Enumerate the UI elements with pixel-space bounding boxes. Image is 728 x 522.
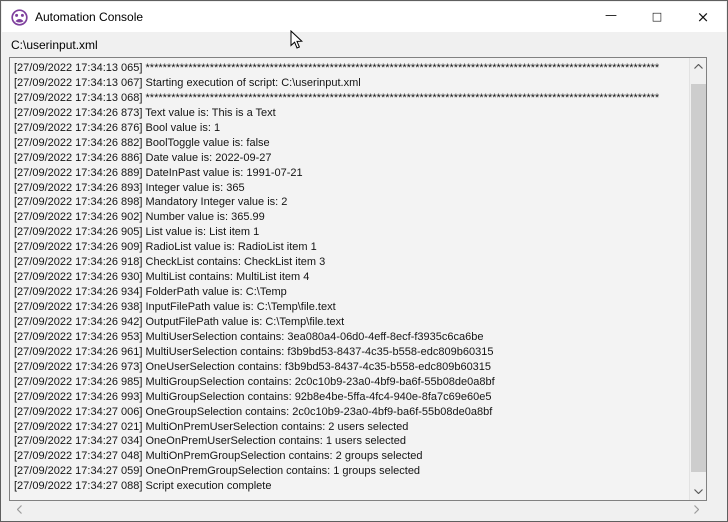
log-line: [27/09/2022 17:34:26 902] Number value i… — [14, 210, 687, 225]
log-line: [27/09/2022 17:34:26 961] MultiUserSelec… — [14, 345, 687, 360]
horizontal-scrollbar[interactable] — [9, 502, 707, 517]
log-output-textbox[interactable]: [27/09/2022 17:34:13 065] **************… — [9, 57, 707, 501]
scroll-right-icon[interactable] — [688, 502, 705, 517]
minimize-icon: — — [605, 8, 617, 22]
log-line: [27/09/2022 17:34:26 930] MultiList cont… — [14, 270, 687, 285]
mouse-cursor — [290, 30, 303, 50]
log-line: [27/09/2022 17:34:26 973] OneUserSelecti… — [14, 360, 687, 375]
log-line: [27/09/2022 17:34:26 938] InputFilePath … — [14, 300, 687, 315]
log-line: [27/09/2022 17:34:26 889] DateInPast val… — [14, 166, 687, 181]
close-icon: × — [697, 8, 710, 26]
log-line: [27/09/2022 17:34:27 048] MultiOnPremGro… — [14, 449, 687, 464]
minimize-button[interactable]: — — [588, 2, 634, 32]
log-line: [27/09/2022 17:34:26 873] Text value is:… — [14, 106, 687, 121]
log-line: [27/09/2022 17:34:27 034] OneOnPremUserS… — [14, 434, 687, 449]
vertical-scrollbar-thumb[interactable] — [691, 84, 706, 472]
automation-console-window: Automation Console — □ × C:\userinput.xm… — [0, 0, 728, 522]
title-bar[interactable]: Automation Console — □ × — [2, 2, 726, 32]
log-line: [27/09/2022 17:34:27 021] MultiOnPremUse… — [14, 420, 687, 435]
log-line: [27/09/2022 17:34:26 886] Date value is:… — [14, 151, 687, 166]
scroll-down-icon[interactable] — [690, 484, 707, 499]
app-logo-icon — [11, 9, 28, 26]
log-line: [27/09/2022 17:34:26 898] Mandatory Inte… — [14, 195, 687, 210]
log-line: [27/09/2022 17:34:26 985] MultiGroupSele… — [14, 375, 687, 390]
log-line: [27/09/2022 17:34:26 905] List value is:… — [14, 225, 687, 240]
scroll-up-icon[interactable] — [690, 59, 707, 74]
log-line: [27/09/2022 17:34:13 065] **************… — [14, 61, 687, 76]
log-line: [27/09/2022 17:34:26 934] FolderPath val… — [14, 285, 687, 300]
log-line: [27/09/2022 17:34:26 876] Bool value is:… — [14, 121, 687, 136]
window-controls: — □ × — [588, 2, 726, 32]
log-line: [27/09/2022 17:34:26 993] MultiGroupSele… — [14, 390, 687, 405]
log-line: [27/09/2022 17:34:26 918] CheckList cont… — [14, 255, 687, 270]
maximize-icon: □ — [652, 10, 662, 23]
log-line: [27/09/2022 17:34:27 006] OneGroupSelect… — [14, 405, 687, 420]
log-line: [27/09/2022 17:34:27 059] OneOnPremGroup… — [14, 464, 687, 479]
scroll-left-icon[interactable] — [11, 502, 28, 517]
log-line: [27/09/2022 17:34:26 882] BoolToggle val… — [14, 136, 687, 151]
log-lines: [27/09/2022 17:34:13 065] **************… — [10, 58, 689, 500]
log-line: [27/09/2022 17:34:13 067] Starting execu… — [14, 76, 687, 91]
close-button[interactable]: × — [680, 2, 726, 32]
log-line: [27/09/2022 17:34:13 068] **************… — [14, 91, 687, 106]
maximize-button[interactable]: □ — [634, 2, 680, 32]
log-line: [27/09/2022 17:34:26 953] MultiUserSelec… — [14, 330, 687, 345]
script-path-label: C:\userinput.xml — [11, 38, 98, 52]
window-title: Automation Console — [35, 10, 143, 24]
vertical-scrollbar[interactable] — [689, 58, 706, 500]
log-line: [27/09/2022 17:34:26 942] OutputFilePath… — [14, 315, 687, 330]
log-line: [27/09/2022 17:34:26 893] Integer value … — [14, 181, 687, 196]
log-line: [27/09/2022 17:34:26 909] RadioList valu… — [14, 240, 687, 255]
log-line: [27/09/2022 17:34:27 088] Script executi… — [14, 479, 687, 494]
